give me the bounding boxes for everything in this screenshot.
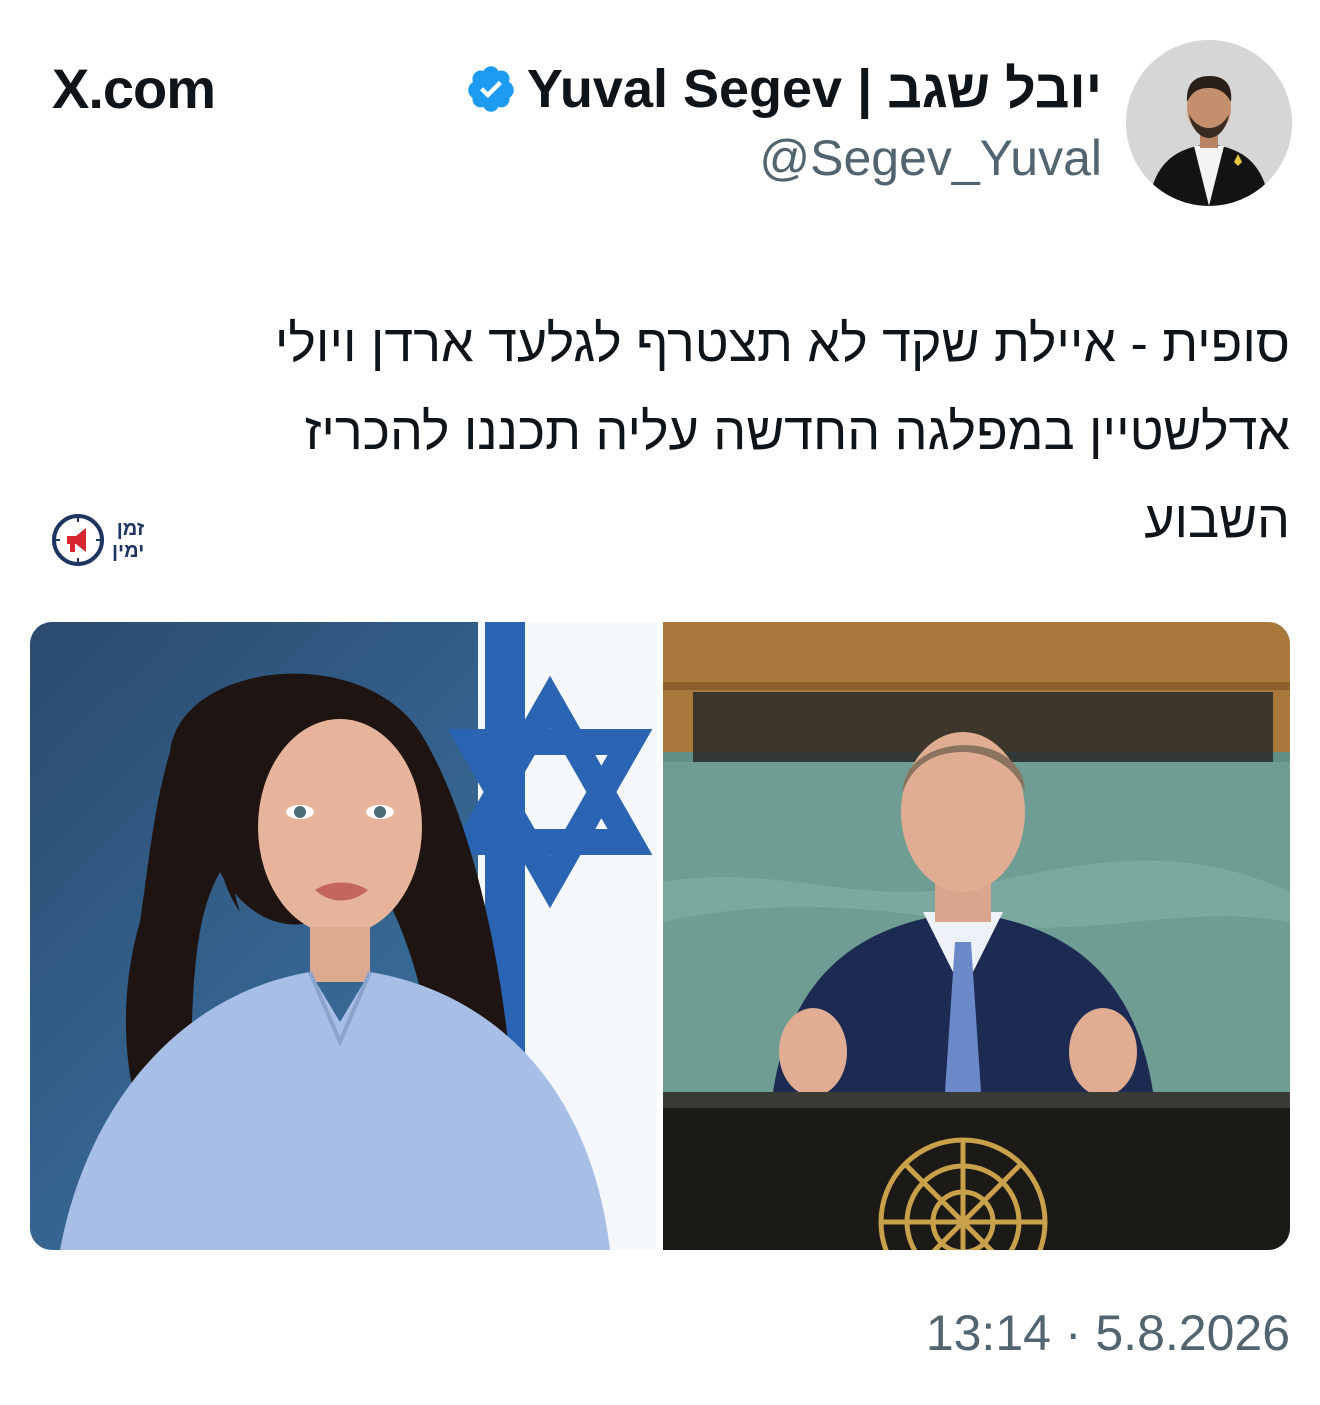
watermark-text: זמן ימין xyxy=(112,518,144,562)
author-name-row[interactable]: Yuval Segev | יובל שגב xyxy=(465,56,1102,122)
watermark-logo: זמן ימין xyxy=(50,510,168,570)
portrait-photo-woman xyxy=(30,622,657,1250)
tweet-text: סופית - איילת שקד לא תצטרף לגלעד ארדן וי… xyxy=(150,300,1290,564)
watermark-line: זמן xyxy=(116,518,145,540)
avatar-photo xyxy=(1126,40,1292,206)
watermark-line: ימין xyxy=(112,540,145,562)
media-photo-left[interactable] xyxy=(30,622,657,1250)
tweet-text-line: אדלשטיין במפלגה החדשה עליה תכננו להכריז xyxy=(304,403,1290,461)
tweet-text-line: סופית - איילת שקד לא תצטרף לגלעד ארדן וי… xyxy=(274,315,1290,373)
portrait-photo-man-podium xyxy=(663,622,1290,1250)
site-logo: X.com xyxy=(52,57,216,120)
media-photo-right[interactable] xyxy=(663,622,1290,1250)
tweet-text-line: השבוע xyxy=(1144,491,1290,549)
verified-badge-icon xyxy=(465,63,517,115)
megaphone-clock-icon xyxy=(52,514,104,566)
tweet-timestamp[interactable]: 13:14 · 5.8.2026 xyxy=(926,1300,1290,1366)
tweet-media[interactable] xyxy=(30,622,1290,1250)
author-handle[interactable]: @Segev_Yuval xyxy=(759,128,1102,188)
author-avatar[interactable] xyxy=(1126,40,1292,206)
author-display-name: Yuval Segev | יובל שגב xyxy=(526,59,1102,119)
